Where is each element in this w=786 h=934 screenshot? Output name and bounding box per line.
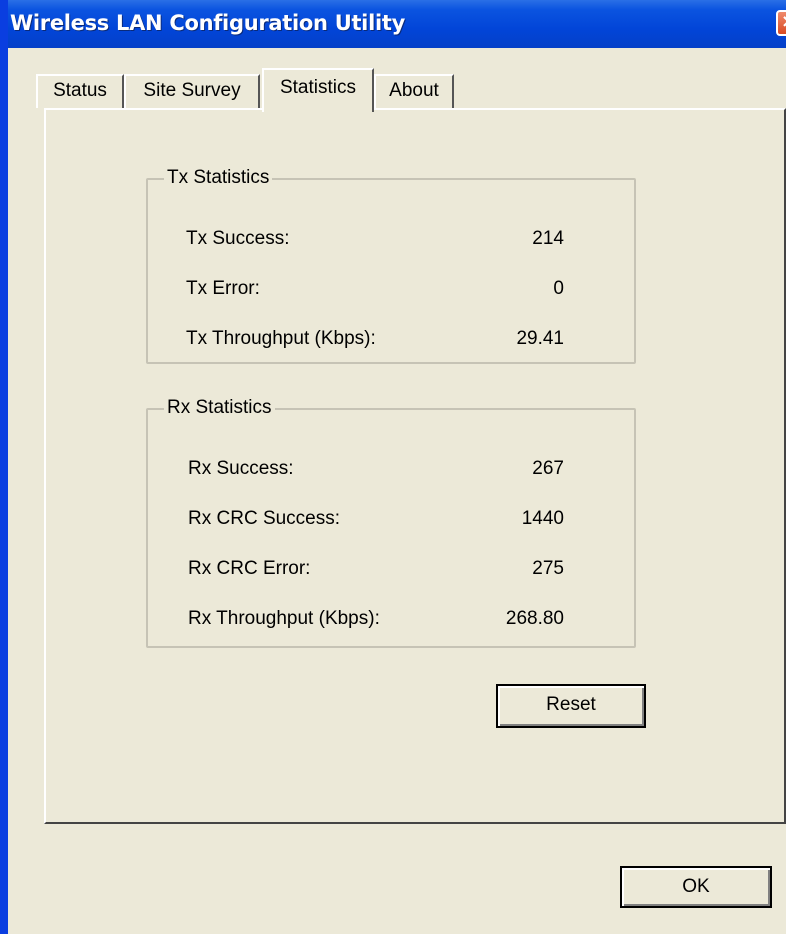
tab-statistics[interactable]: Statistics — [262, 68, 374, 112]
close-icon[interactable]: × — [776, 10, 786, 36]
tab-about[interactable]: About — [374, 74, 454, 108]
tx-error-value: 0 — [553, 278, 564, 299]
tx-success-label: Tx Success: — [186, 228, 290, 249]
config-window: Wireless LAN Configuration Utility × Sta… — [0, 0, 786, 934]
tx-success-value: 214 — [532, 228, 564, 249]
tx-statistics-group: Tx Statistics Tx Success: 214 Tx Error: … — [146, 167, 636, 364]
rx-crc-success-label: Rx CRC Success: — [188, 508, 341, 529]
ok-button[interactable]: OK — [620, 866, 772, 908]
tab-status[interactable]: Status — [36, 74, 124, 108]
tab-site-survey[interactable]: Site Survey — [124, 74, 260, 108]
rx-success-label: Rx Success: — [188, 458, 294, 479]
rx-crc-error-value: 275 — [532, 558, 564, 579]
tx-throughput-value: 29.41 — [516, 328, 564, 349]
rx-success-value: 267 — [532, 458, 564, 479]
rx-statistics-title: Rx Statistics — [164, 397, 275, 419]
tx-throughput-label: Tx Throughput (Kbps): — [186, 328, 376, 349]
rx-throughput-value: 268.80 — [505, 608, 564, 629]
rx-crc-error-label: Rx CRC Error: — [188, 558, 311, 579]
title-bar[interactable]: Wireless LAN Configuration Utility × — [8, 0, 786, 48]
rx-statistics-group: Rx Statistics Rx Success: 267 Rx CRC Suc… — [146, 397, 636, 648]
statistics-panel: Tx Statistics Tx Success: 214 Tx Error: … — [44, 108, 786, 824]
tx-error-label: Tx Error: — [186, 278, 260, 299]
rx-throughput-label: Rx Throughput (Kbps): — [188, 608, 380, 629]
window-title: Wireless LAN Configuration Utility — [10, 11, 406, 35]
rx-crc-success-value: 1440 — [521, 508, 564, 529]
reset-button[interactable]: Reset — [496, 684, 646, 728]
tx-statistics-title: Tx Statistics — [164, 167, 273, 189]
